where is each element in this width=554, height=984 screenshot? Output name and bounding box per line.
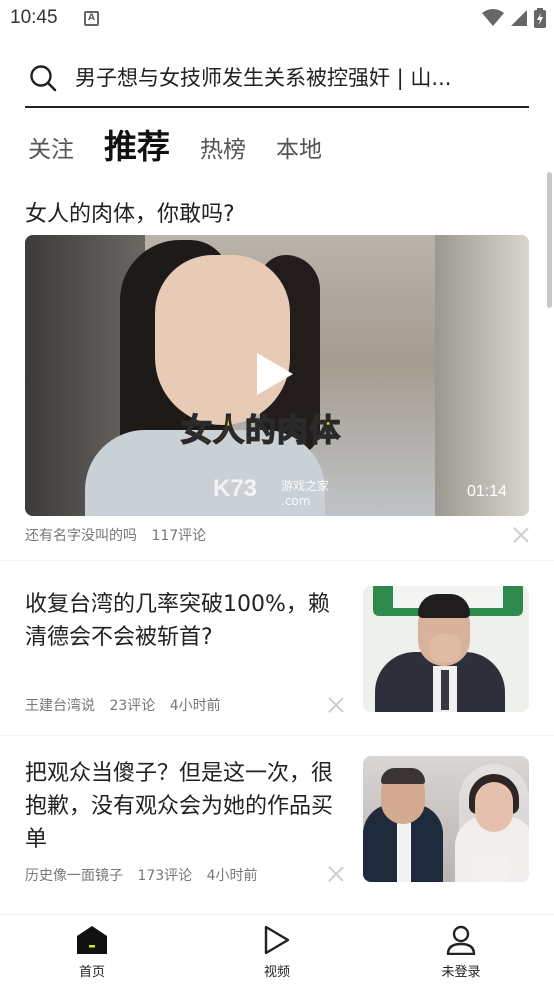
watermark: K73 — [213, 475, 258, 502]
status-icons — [482, 8, 546, 28]
nav-profile-label: 未登录 — [441, 965, 481, 980]
dismiss-icon[interactable] — [328, 697, 344, 713]
video-title[interactable]: 女人的肉体，你敢吗? — [25, 196, 235, 228]
news-comments: 173评论 — [137, 868, 193, 884]
video-thumbnail[interactable]: 女人的肉体 K73 游戏之家 .com 01:14 — [25, 235, 529, 516]
signal-icon — [511, 10, 527, 26]
divider — [0, 735, 554, 736]
home-icon — [77, 926, 107, 954]
nav-home-label: 首页 — [78, 965, 105, 980]
news-title[interactable]: 收复台湾的几率突破100%，赖清德会不会被斩首? — [25, 588, 345, 654]
divider — [0, 560, 554, 561]
tab-hot[interactable]: 热榜 — [200, 130, 246, 172]
news-time: 4小时前 — [169, 698, 221, 714]
bouquet — [471, 856, 511, 882]
top-tabs: 关注 推荐 热榜 本地 — [28, 122, 352, 172]
scrollbar[interactable] — [547, 172, 552, 308]
news-meta: 王建台湾说 23评论 4小时前 — [25, 695, 231, 715]
status-time: 10:45 — [10, 7, 58, 28]
bottom-nav: 首页 视频 未登录 — [0, 914, 554, 984]
search-icon — [30, 65, 57, 92]
dismiss-icon[interactable] — [328, 866, 344, 882]
video-duration: 01:14 — [466, 483, 507, 500]
news-image[interactable] — [363, 756, 529, 882]
tab-follow[interactable]: 关注 — [28, 130, 74, 172]
news-author[interactable]: 王建台湾说 — [25, 698, 95, 714]
bride-head — [475, 782, 513, 832]
tab-local[interactable]: 本地 — [276, 130, 322, 172]
video-caption: 女人的肉体 — [180, 412, 341, 450]
news-meta: 历史像一面镜子 173评论 4小时前 — [25, 865, 268, 885]
video-author[interactable]: 还有名字没叫的吗 — [25, 528, 137, 544]
watermark-text: 游戏之家 .com — [281, 477, 329, 508]
notification-a-icon: A — [84, 11, 99, 26]
video-person-face — [155, 255, 290, 425]
search-input[interactable]: 男子想与女技师发生关系被控强奸 | 山... — [75, 62, 525, 92]
person-hand — [429, 634, 461, 662]
video-bg-right — [435, 235, 529, 516]
user-icon — [446, 925, 476, 955]
battery-icon — [534, 8, 546, 28]
watermark-subtitle: 游戏之家 — [281, 479, 330, 493]
nav-video-label: 视频 — [263, 965, 290, 980]
play-icon[interactable] — [257, 353, 293, 395]
news-image[interactable] — [363, 586, 529, 712]
news-title[interactable]: 把观众当傻子？但是这一次，很抱歉，没有观众会为她的作品买单 — [25, 757, 345, 856]
status-bar: 10:45 A — [0, 0, 554, 38]
watermark-domain: .com — [281, 494, 311, 508]
tab-recommend[interactable]: 推荐 — [104, 120, 170, 172]
nav-home[interactable]: 首页 — [52, 923, 132, 980]
play-icon — [264, 925, 290, 955]
search-bar[interactable]: 男子想与女技师发生关系被控强奸 | 山... — [25, 52, 529, 108]
nav-profile[interactable]: 未登录 — [421, 923, 501, 980]
wifi-icon — [482, 9, 504, 26]
news-author[interactable]: 历史像一面镜子 — [25, 868, 123, 884]
dismiss-icon[interactable] — [513, 527, 529, 543]
nav-video[interactable]: 视频 — [237, 923, 317, 980]
video-comments: 117评论 — [151, 528, 207, 544]
news-time: 4小时前 — [206, 868, 258, 884]
news-comments: 23评论 — [109, 698, 156, 714]
video-meta: 还有名字没叫的吗 117评论 — [25, 525, 216, 545]
